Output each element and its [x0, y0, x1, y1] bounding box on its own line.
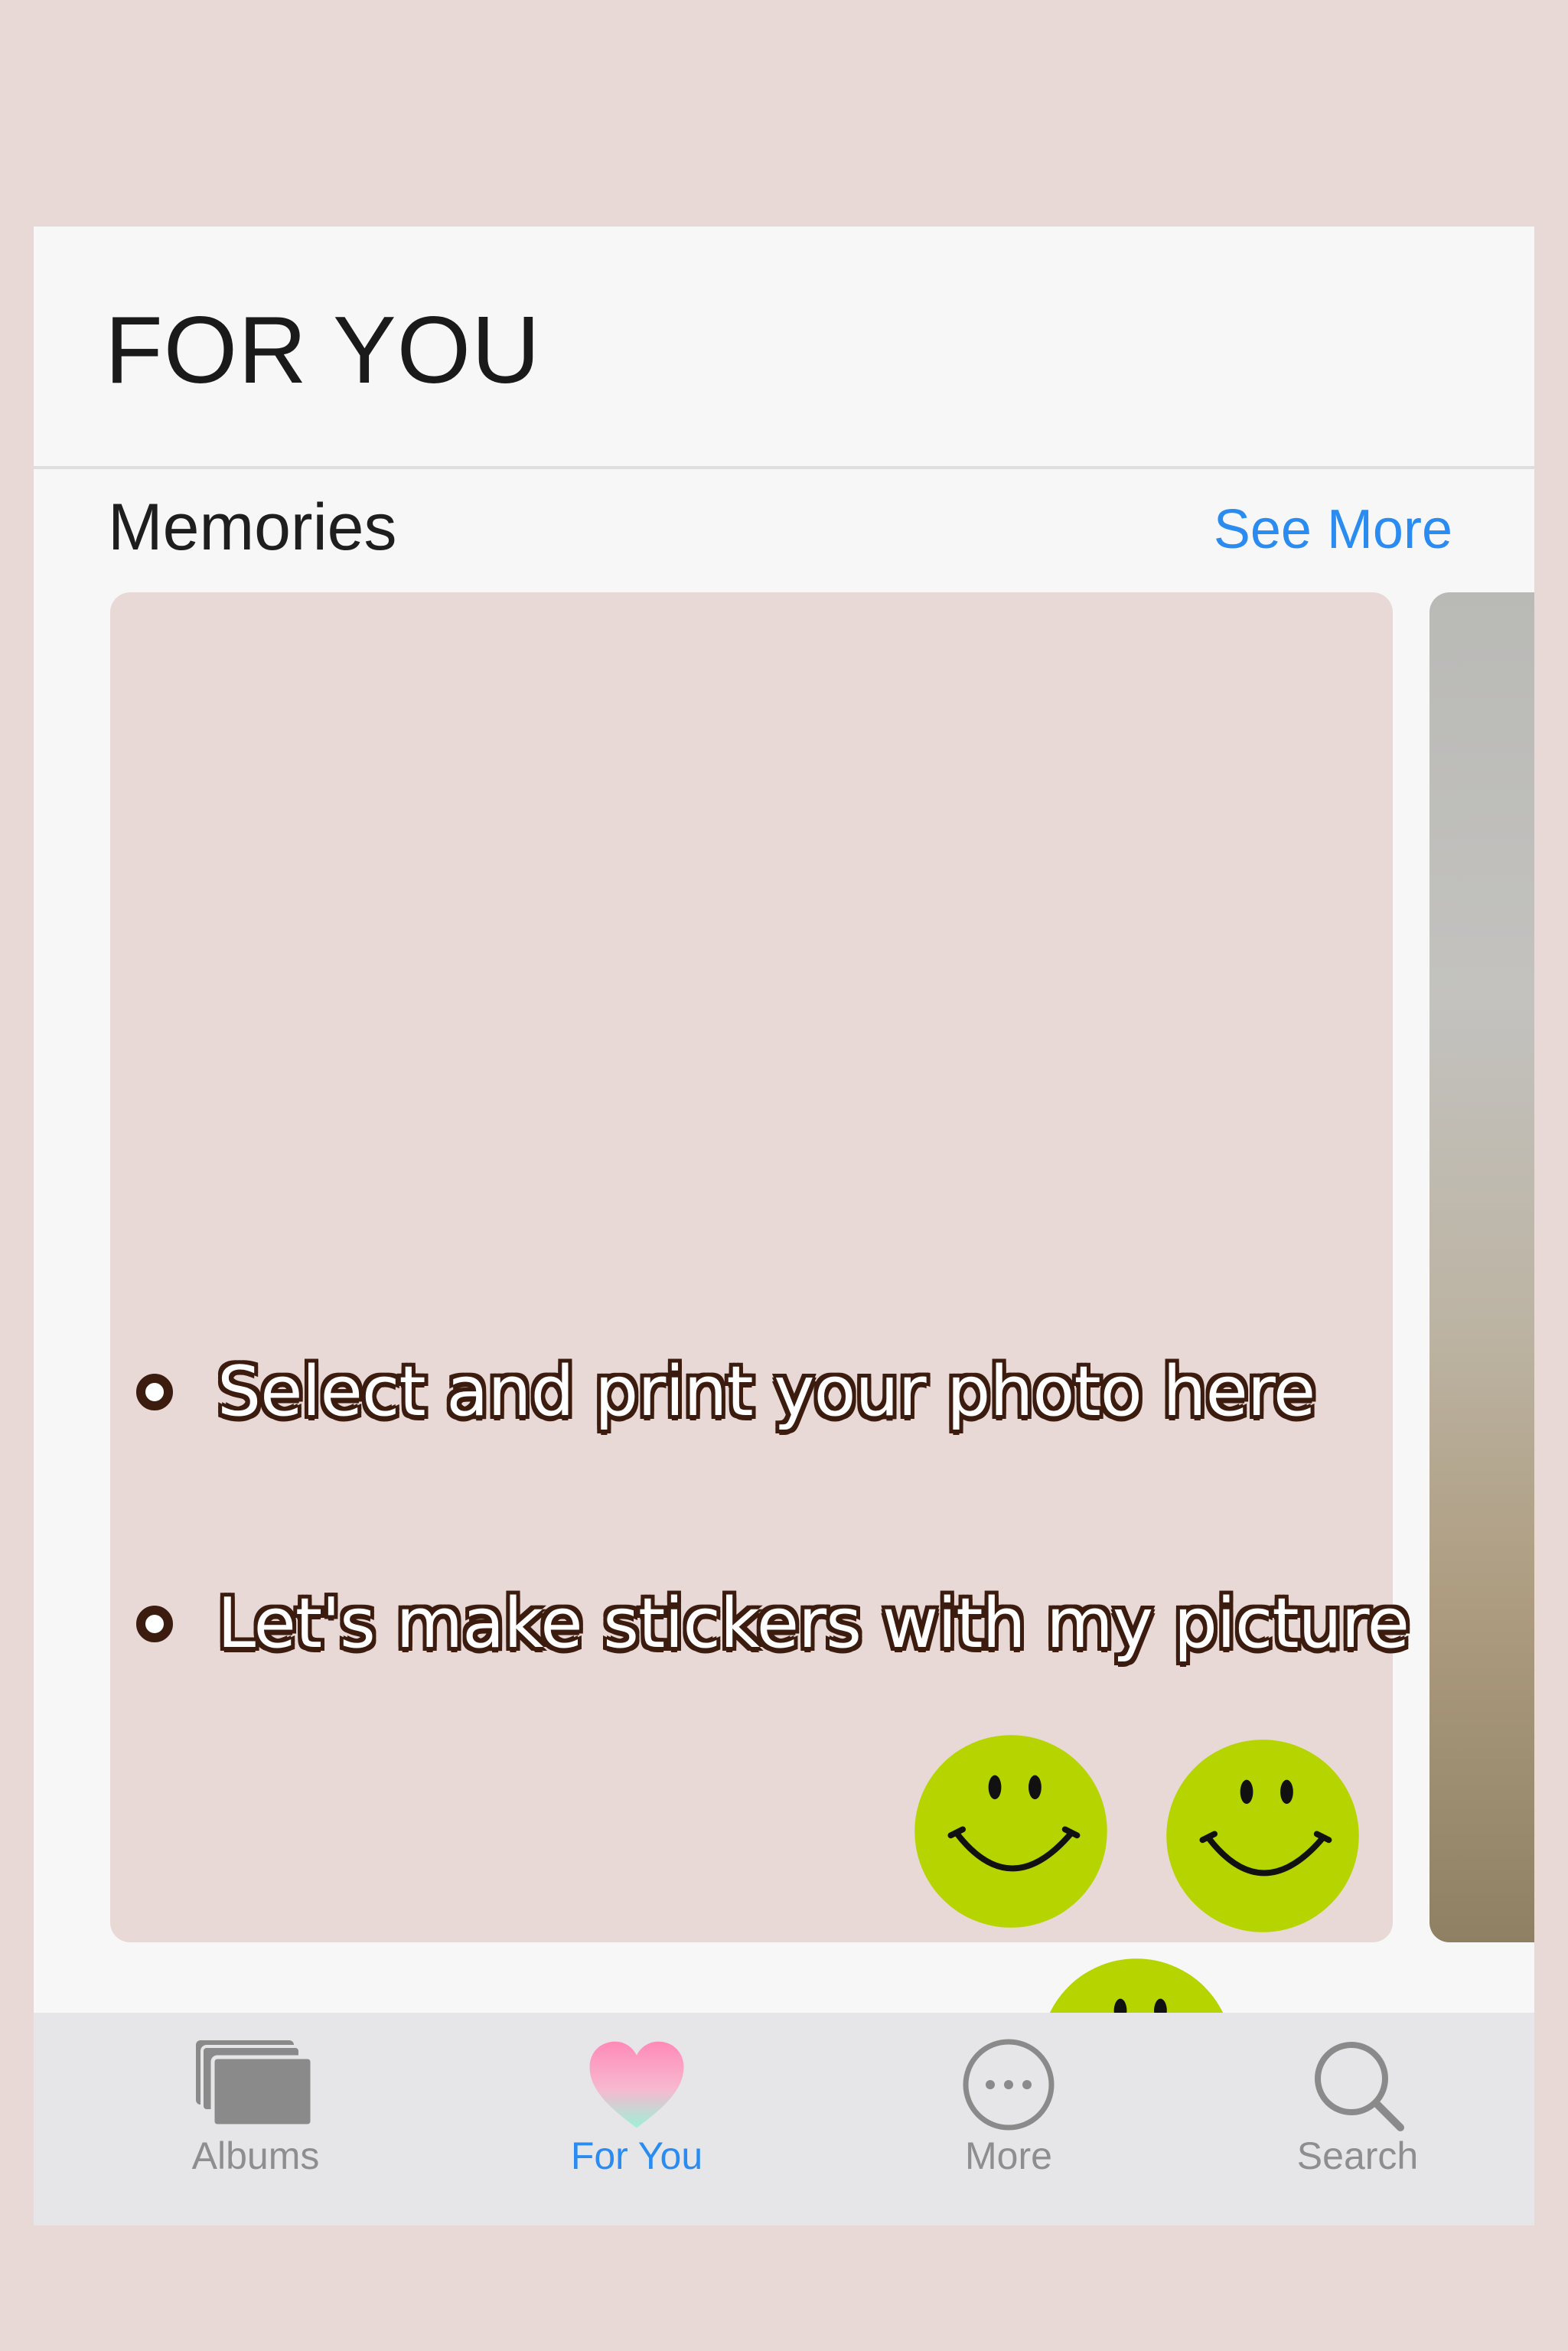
heart-icon [588, 2039, 686, 2131]
see-more-link[interactable]: See More [1214, 502, 1452, 557]
bullet-icon [136, 1606, 173, 1642]
memory-card-line-text: Let's make stickers with my picture [217, 1583, 1410, 1664]
tab-search[interactable]: Search [1205, 2013, 1511, 2225]
tab-more[interactable]: More [856, 2013, 1162, 2225]
tab-albums-label: Albums [191, 2134, 320, 2177]
memory-card-line: Let's make stickers with my picture [136, 1583, 1410, 1664]
albums-icon [196, 2039, 315, 2131]
photos-app-screen: FOR YOU Memories See More Select and pri… [34, 227, 1534, 2225]
memory-card[interactable]: Select and print your photo here Let's m… [110, 592, 1410, 2151]
tab-albums[interactable]: Albums [103, 2013, 409, 2225]
memories-section-title: Memories [108, 491, 397, 564]
header: FOR YOU [34, 227, 1534, 469]
more-icon [961, 2039, 1056, 2131]
search-icon [1310, 2039, 1405, 2131]
bullet-icon [136, 1374, 173, 1410]
tab-for-you[interactable]: For You [484, 2013, 790, 2225]
tab-for-you-label: For You [570, 2134, 703, 2177]
header-divider [34, 466, 1534, 469]
next-memory-card[interactable] [1429, 592, 1534, 1942]
memory-card-line: Select and print your photo here [136, 1358, 1315, 1427]
page-title: FOR YOU [105, 298, 541, 403]
memory-card-line-text: Select and print your photo here [217, 1352, 1315, 1432]
smiley-face-icon [914, 1735, 1107, 1928]
smiley-face-icon [1166, 1740, 1359, 1932]
tab-more-label: More [965, 2134, 1052, 2177]
tab-bar: Albums For You More Search [34, 2013, 1534, 2225]
tab-search-label: Search [1296, 2134, 1419, 2177]
